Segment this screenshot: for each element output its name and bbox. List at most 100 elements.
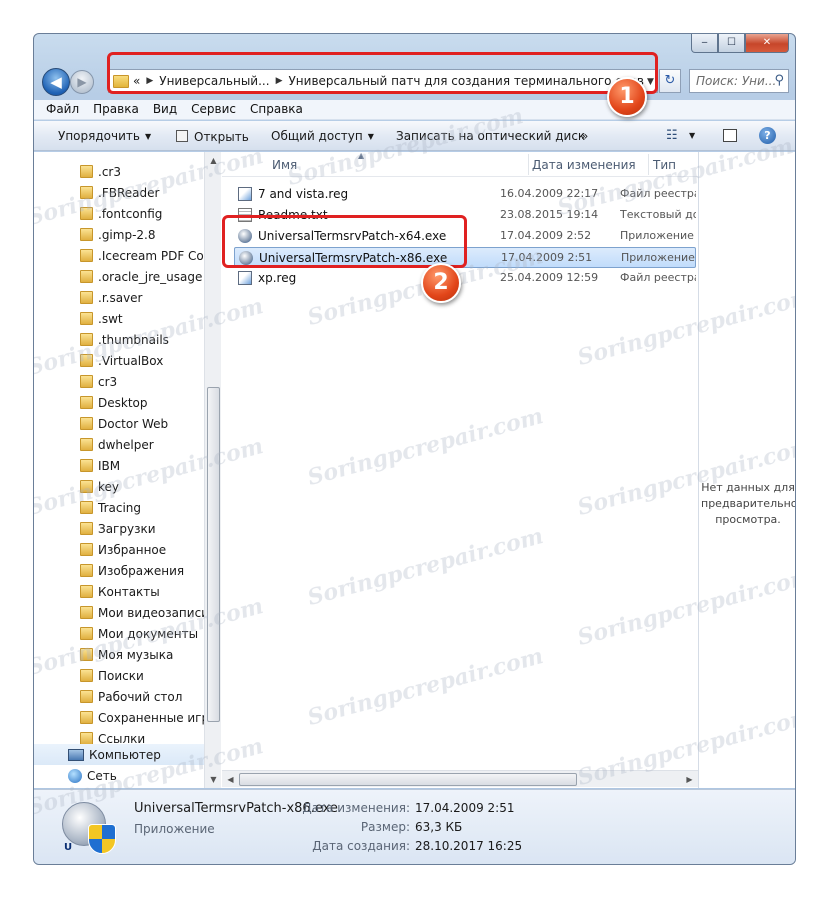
file-type: Приложение — [620, 229, 694, 242]
sidebar-item[interactable]: Контакты — [34, 581, 204, 602]
help-icon[interactable]: ? — [759, 127, 776, 144]
address-dropdown-icon[interactable]: ▼ — [644, 69, 658, 93]
sidebar-item[interactable]: .fontconfig — [34, 203, 204, 224]
folder-icon — [80, 648, 93, 661]
sidebar-item-label: Моя музыка — [98, 647, 174, 662]
sidebar-item[interactable]: .thumbnails — [34, 329, 204, 350]
navigation-scrollbar[interactable]: ▲ ▼ — [204, 152, 221, 788]
menu-file[interactable]: Файл — [46, 100, 79, 119]
menu-tools[interactable]: Сервис — [191, 100, 236, 119]
sidebar-item-label: Tracing — [98, 500, 142, 515]
sidebar-item[interactable]: Изображения — [34, 560, 204, 581]
change-view-icon[interactable]: ☷ — [666, 128, 678, 143]
horizontal-scrollbar[interactable]: ◀ ▶ — [222, 770, 698, 787]
breadcrumb-separator-icon[interactable]: ▶ — [146, 76, 153, 86]
folder-icon — [80, 165, 93, 178]
sidebar-item[interactable]: .r.saver — [34, 287, 204, 308]
sidebar-item-label: Мои видеозаписи — [98, 605, 204, 620]
column-divider[interactable] — [648, 154, 649, 175]
sidebar-item-label: Изображения — [98, 563, 185, 578]
column-divider[interactable] — [528, 154, 529, 175]
column-type[interactable]: Тип — [653, 158, 676, 172]
scroll-left-icon[interactable]: ◀ — [222, 771, 239, 788]
sidebar-item[interactable]: Сохраненные игры — [34, 707, 204, 728]
sidebar-item[interactable]: Загрузки — [34, 518, 204, 539]
sidebar-item-computer[interactable]: Компьютер — [34, 744, 204, 765]
breadcrumb-separator-icon[interactable]: ▶ — [276, 76, 283, 86]
caption-buttons: ‒ ☐ ✕ — [691, 34, 789, 53]
sidebar-item[interactable]: Поиски — [34, 665, 204, 686]
annotation-badge-1: 1 — [607, 77, 647, 117]
sidebar-item[interactable]: .FBReader — [34, 182, 204, 203]
sidebar-item[interactable]: IBM — [34, 455, 204, 476]
menu-edit[interactable]: Правка — [93, 100, 139, 119]
sidebar-item[interactable]: .Icecream PDF Con — [34, 245, 204, 266]
burn-button[interactable]: Записать на оптический диск — [396, 129, 585, 143]
sidebar-item[interactable]: .VirtualBox — [34, 350, 204, 371]
file-row[interactable]: 7 and vista.reg 16.04.2009 22:17 Файл реес… — [234, 184, 696, 205]
more-commands-button[interactable]: » — [581, 129, 588, 143]
breadcrumb-overflow[interactable]: « — [133, 74, 140, 88]
forward-button[interactable]: ▶ — [70, 70, 94, 94]
file-type: Приложение — [621, 251, 695, 264]
sidebar-item[interactable]: .cr3 — [34, 161, 204, 182]
sidebar-item[interactable]: .oracle_jre_usage — [34, 266, 204, 287]
breadcrumb-item[interactable]: Универсальный патч для создания терминал… — [288, 74, 655, 88]
back-button[interactable]: ◀ — [42, 68, 70, 96]
search-input[interactable]: Поиск: Уни... ⚲ — [689, 69, 789, 93]
view-dropdown-icon[interactable]: ▼ — [689, 131, 695, 140]
scroll-thumb[interactable] — [207, 387, 220, 722]
file-name: xp.reg — [258, 271, 297, 285]
search-icon[interactable]: ⚲ — [774, 73, 784, 88]
preview-pane-icon[interactable] — [723, 129, 737, 142]
file-name: Readme.txt — [258, 208, 328, 222]
folder-icon — [80, 627, 93, 640]
navigation-row: ◀ ▶ « ▶ Универсальный... ▶ Универсальный… — [34, 64, 795, 98]
folder-icon — [80, 438, 93, 451]
sidebar-item[interactable]: Desktop — [34, 392, 204, 413]
share-button[interactable]: Общий доступ ▼ — [271, 129, 374, 143]
scroll-thumb[interactable] — [239, 773, 577, 786]
minimize-button[interactable]: ‒ — [691, 34, 718, 53]
address-bar[interactable]: « ▶ Универсальный... ▶ Универсальный пат… — [108, 69, 656, 93]
menu-help[interactable]: Справка — [250, 100, 303, 119]
sidebar-item[interactable]: cr3 — [34, 371, 204, 392]
sidebar-item-network[interactable]: Сеть — [34, 765, 204, 786]
details-created-value: 28.10.2017 16:25 — [415, 839, 523, 853]
folder-icon — [80, 291, 93, 304]
sidebar-item[interactable]: Tracing — [34, 497, 204, 518]
folder-icon — [80, 270, 93, 283]
preview-empty-text: Нет данных для предварительного просмотр… — [701, 481, 795, 526]
sidebar-item[interactable]: Моя музыка — [34, 644, 204, 665]
sidebar-item[interactable]: Мои видеозаписи — [34, 602, 204, 623]
folder-icon — [80, 564, 93, 577]
file-row[interactable]: xp.reg 25.04.2009 12:59 Файл реестра — [234, 268, 696, 289]
navigation-pane: СсылкиСохраненные игрыРабочий столПоиски… — [34, 152, 204, 788]
scroll-up-icon[interactable]: ▲ — [205, 152, 222, 169]
sidebar-item[interactable]: .gimp-2.8 — [34, 224, 204, 245]
scroll-down-icon[interactable]: ▼ — [205, 771, 222, 788]
folder-icon — [80, 690, 93, 703]
sidebar-item[interactable]: dwhelper — [34, 434, 204, 455]
sidebar-item[interactable]: Избранное — [34, 539, 204, 560]
column-name[interactable]: Имя — [272, 158, 297, 172]
file-row[interactable]: UniversalTermsrvPatch-x86.exe 17.04.2009 … — [234, 247, 696, 268]
open-button[interactable]: Открыть — [176, 129, 249, 144]
sidebar-item[interactable]: Рабочий стол — [34, 686, 204, 707]
sidebar-item[interactable]: Doctor Web — [34, 413, 204, 434]
breadcrumb-item[interactable]: Универсальный... — [159, 74, 269, 88]
icon-letter: U — [64, 842, 73, 853]
organize-button[interactable]: Упорядочить ▼ — [58, 129, 151, 143]
column-date[interactable]: Дата изменения — [532, 158, 636, 172]
folder-icon — [80, 459, 93, 472]
sidebar-item[interactable]: Мои документы — [34, 623, 204, 644]
refresh-button[interactable]: ↻ — [659, 69, 681, 93]
maximize-button[interactable]: ☐ — [718, 34, 745, 53]
close-button[interactable]: ✕ — [745, 34, 789, 53]
scroll-right-icon[interactable]: ▶ — [681, 771, 698, 788]
menu-view[interactable]: Вид — [153, 100, 177, 119]
file-row[interactable]: Readme.txt 23.08.2015 19:14 Текстовый доку… — [234, 205, 696, 226]
file-row[interactable]: UniversalTermsrvPatch-x64.exe 17.04.2009 … — [234, 226, 696, 247]
sidebar-item[interactable]: key — [34, 476, 204, 497]
sidebar-item[interactable]: .swt — [34, 308, 204, 329]
